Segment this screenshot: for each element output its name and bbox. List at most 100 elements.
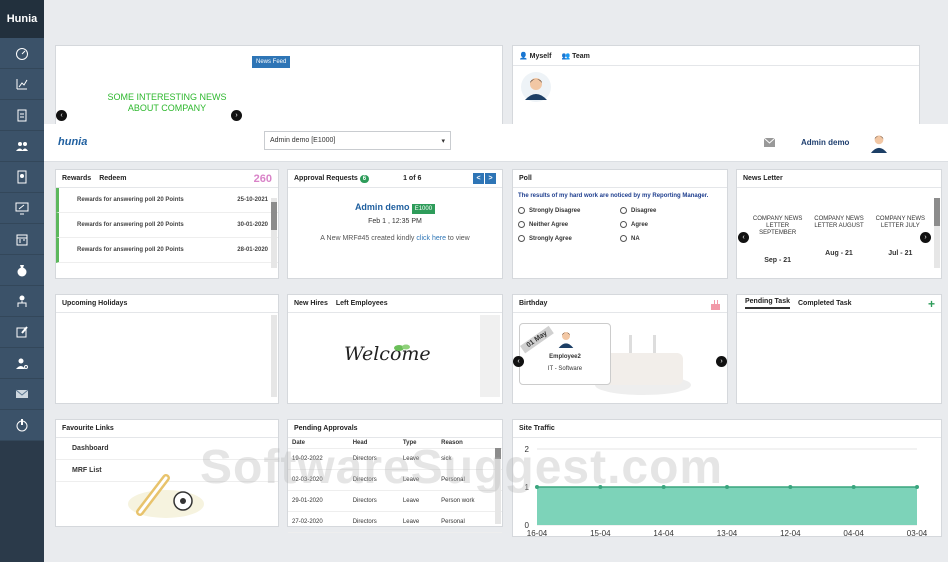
emp-badge: E1000	[411, 204, 436, 214]
radio-icon[interactable]	[518, 221, 525, 228]
sidebar-item-user-settings[interactable]	[0, 348, 44, 379]
poll-option-label: Disagree	[631, 207, 657, 214]
tab-completed-task[interactable]: Completed Task	[798, 300, 852, 307]
tab-new-hires[interactable]: New Hires	[294, 300, 328, 307]
newsletter-item[interactable]: COMPANY NEWS LETTER SEPTEMBER Sep - 21	[752, 216, 804, 264]
poll-option[interactable]: Strongly Disagree	[518, 207, 620, 214]
sidebar-item-people[interactable]	[0, 131, 44, 162]
sidebar-item-document[interactable]	[0, 162, 44, 193]
prev-button[interactable]: <	[473, 173, 484, 184]
logo: hunia	[58, 136, 88, 148]
poll-option[interactable]: Neither Agree	[518, 221, 620, 228]
poll-option[interactable]: NA	[620, 235, 720, 242]
traffic-point[interactable]	[535, 485, 539, 489]
news-next-icon[interactable]: ›	[231, 110, 242, 121]
poll-title: Poll	[513, 170, 727, 188]
radio-icon[interactable]	[620, 235, 627, 242]
table-cell: Directors	[348, 469, 399, 491]
column-header: Type	[398, 438, 438, 449]
table-row[interactable]: 19-02-2022 Directors Leave sick	[288, 448, 502, 470]
sidebar-item-edit[interactable]	[0, 317, 44, 348]
tab-redeem[interactable]: Redeem	[99, 175, 126, 182]
traffic-chart: 01216-04 15-04 14-04 13-04 12-04 04-04 03-04	[525, 445, 928, 537]
mail-icon[interactable]	[764, 138, 775, 147]
poll-option-label: NA	[631, 235, 640, 242]
news-feed-tag[interactable]: News Feed	[252, 56, 291, 68]
birthday-next-icon[interactable]: ›	[716, 356, 727, 367]
traffic-point[interactable]	[788, 485, 793, 489]
table-cell: Leave	[398, 511, 438, 533]
document-icon	[17, 170, 27, 184]
org-icon	[17, 295, 27, 307]
mail-icon	[15, 389, 29, 398]
reward-date: 28-01-2020	[237, 247, 268, 253]
calendar-icon	[16, 234, 28, 246]
employee-select[interactable]: Admin demo [E1000] ▾	[264, 131, 451, 150]
favourite-link[interactable]: Dashboard	[56, 438, 278, 460]
poll-option[interactable]: Strongly Agree	[518, 235, 620, 242]
news-prev-icon[interactable]: ‹	[56, 110, 67, 121]
sidebar-item-mail[interactable]	[0, 379, 44, 410]
reward-label: Rewards for answering poll 20 Points	[77, 247, 184, 253]
sidebar-item-dashboard[interactable]	[0, 38, 44, 69]
approval-count: 6	[359, 174, 370, 183]
monitor-icon	[15, 202, 29, 215]
news-text: SOME INTERESTING NEWS ABOUT COMPANY	[107, 92, 227, 113]
sidebar-item-chart[interactable]	[0, 69, 44, 100]
sidebar-item-org[interactable]	[0, 286, 44, 317]
traffic-point[interactable]	[598, 485, 603, 489]
traffic-point[interactable]	[851, 485, 856, 489]
poll-option[interactable]: Disagree	[620, 207, 720, 214]
tab-pending-task[interactable]: Pending Task	[745, 298, 790, 309]
sidebar-item-clipboard[interactable]	[0, 100, 44, 131]
moneybag-icon	[17, 265, 27, 277]
reward-row: Rewards for answering poll 20 Points 25-1…	[56, 188, 278, 213]
radio-icon[interactable]	[518, 207, 525, 214]
click-here-link[interactable]: click here	[416, 235, 446, 242]
holidays-title: Upcoming Holidays	[56, 295, 278, 313]
traffic-point[interactable]	[915, 485, 919, 489]
table-cell: Leave	[398, 448, 438, 470]
table-row[interactable]: 29-01-2020 Directors Leave Person work	[288, 490, 502, 512]
tab-left-employees[interactable]: Left Employees	[336, 300, 388, 307]
rewards-card: Rewards Redeem 260 Rewards for answering p…	[55, 169, 279, 279]
add-task-button[interactable]: +	[928, 297, 935, 311]
x-tick-label: 12-04	[780, 529, 801, 537]
table-row[interactable]: 27-02-2020 Directors Leave Personal	[288, 511, 502, 533]
birthday-title: Birthday	[513, 295, 727, 313]
next-button[interactable]: >	[485, 173, 496, 184]
sidebar-item-power[interactable]	[0, 410, 44, 441]
sidebar-item-monitor[interactable]	[0, 193, 44, 224]
poll-option-label: Strongly Disagree	[529, 207, 581, 214]
sidebar-item-calendar[interactable]	[0, 224, 44, 255]
radio-icon[interactable]	[518, 235, 525, 242]
poll-card: Poll The results of my hard work are not…	[512, 169, 728, 279]
tab-myself[interactable]: 👤 Myself	[519, 52, 551, 60]
newsletter-item[interactable]: COMPANY NEWS LETTER AUGUST Aug - 21	[813, 216, 865, 264]
table-row[interactable]: 02-03-2020 Directors Leave Personal	[288, 469, 502, 491]
traffic-point[interactable]	[725, 485, 729, 489]
newsletter-item[interactable]: COMPANY NEWS LETTER JULY Jul - 21	[874, 216, 926, 264]
birthday-employee-card[interactable]: 01 May Employee2 IT - Software	[519, 323, 611, 385]
birthday-prev-icon[interactable]: ‹	[513, 356, 524, 367]
y-tick-label: 2	[525, 445, 530, 454]
user-avatar[interactable]	[868, 131, 890, 153]
user-name[interactable]: Admin demo	[801, 138, 849, 147]
tab-team[interactable]: 👥 Team	[561, 52, 589, 60]
newsletter-next-icon[interactable]: ›	[920, 232, 931, 243]
column-header: Head	[348, 438, 399, 449]
radio-icon[interactable]	[620, 207, 627, 214]
tab-rewards[interactable]: Rewards	[62, 175, 91, 182]
traffic-point[interactable]	[661, 485, 666, 489]
table-cell: sick	[437, 448, 502, 470]
sidebar-item-moneybag[interactable]	[0, 255, 44, 286]
radio-icon[interactable]	[620, 221, 627, 228]
newsletter-prev-icon[interactable]: ‹	[738, 232, 749, 243]
poll-option[interactable]: Agree	[620, 221, 720, 228]
traffic-title: Site Traffic	[513, 420, 941, 438]
table-cell: Person work	[437, 490, 502, 512]
table-cell: Directors	[348, 448, 399, 470]
profile-card: 👤 Myself 👥 Team	[512, 45, 920, 125]
newsletter-title: News Letter	[737, 170, 941, 188]
employee-name: Employee2	[549, 354, 581, 360]
